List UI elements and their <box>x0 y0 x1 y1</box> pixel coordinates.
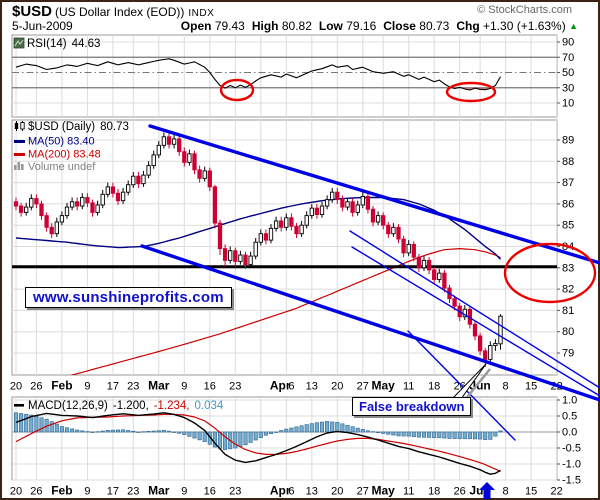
svg-text:17: 17 <box>107 381 119 393</box>
svg-text:16: 16 <box>204 486 216 498</box>
svg-text:81: 81 <box>562 305 574 317</box>
svg-text:17: 17 <box>107 486 119 498</box>
ma200-line-icon <box>14 153 25 156</box>
svg-text:Feb: Feb <box>51 484 72 498</box>
svg-text:86: 86 <box>562 198 574 210</box>
svg-text:9: 9 <box>181 486 187 498</box>
chart-date: 5-Jun-2009 <box>12 19 73 33</box>
svg-text:26: 26 <box>30 486 42 498</box>
svg-text:-1.5: -1.5 <box>562 475 581 487</box>
svg-text:23: 23 <box>127 381 139 393</box>
svg-text:May: May <box>372 379 396 393</box>
low-value: 79.16 <box>346 19 376 33</box>
ma50-line-icon <box>14 140 25 143</box>
ma200-legend: MA(200) 83.48 <box>28 149 101 161</box>
svg-text:1.0: 1.0 <box>562 395 577 407</box>
svg-text:13: 13 <box>306 381 318 393</box>
header: $USD(US Dollar Index (EOD)) INDX © StockC… <box>0 0 600 34</box>
svg-text:20: 20 <box>10 381 22 393</box>
exchange-label: INDX <box>188 8 214 19</box>
svg-text:8: 8 <box>503 381 509 393</box>
watermark-link[interactable]: www.sunshineprofits.com <box>25 287 232 308</box>
ohlc-quote: Open 79.43 High 80.82 Low 79.16 Close 80.73… <box>174 19 578 33</box>
rsi-legend: RSI(14)44.63 <box>14 38 100 50</box>
svg-text:0.5: 0.5 <box>562 411 577 423</box>
svg-text:82: 82 <box>562 284 574 296</box>
svg-text:30: 30 <box>562 82 574 94</box>
svg-text:89: 89 <box>562 135 574 147</box>
ticker-symbol: $USD <box>12 3 52 20</box>
svg-text:May: May <box>372 484 396 498</box>
up-triangle-icon: ▲ <box>569 21 578 31</box>
svg-text:15: 15 <box>525 381 537 393</box>
svg-text:79: 79 <box>562 348 574 360</box>
false-breakdown-callout: False breakdown <box>352 397 471 416</box>
svg-text:0.0: 0.0 <box>562 427 577 439</box>
svg-text:70: 70 <box>562 52 574 64</box>
rsi-legend-text: RSI(14)44.63 <box>27 38 100 50</box>
svg-text:85: 85 <box>562 220 574 232</box>
svg-text:26: 26 <box>30 381 42 393</box>
svg-text:22: 22 <box>550 486 562 498</box>
volume-legend: Volume undef <box>28 161 96 173</box>
svg-text:11: 11 <box>403 486 414 498</box>
svg-text:80: 80 <box>562 326 574 338</box>
svg-text:15: 15 <box>525 486 537 498</box>
svg-text:83: 83 <box>562 262 574 274</box>
svg-text:20: 20 <box>331 381 343 393</box>
svg-text:18: 18 <box>428 486 440 498</box>
svg-text:8: 8 <box>503 486 509 498</box>
svg-text:13: 13 <box>306 486 318 498</box>
svg-text:88: 88 <box>562 156 574 168</box>
copyright-link[interactable]: © StockCharts.com <box>477 4 572 16</box>
svg-text:10: 10 <box>562 98 574 110</box>
svg-text:20: 20 <box>331 486 343 498</box>
high-value: 80.82 <box>282 19 312 33</box>
stockcharts-chart-page: $USD(US Dollar Index (EOD)) INDX © StockC… <box>0 0 600 500</box>
quote-row: 5-Jun-2009 Open 79.43 High 80.82 Low 79.16… <box>12 19 590 33</box>
svg-text:-0.5: -0.5 <box>562 443 581 455</box>
svg-text:27: 27 <box>357 486 369 498</box>
svg-text:90: 90 <box>562 37 574 49</box>
svg-text:27: 27 <box>357 381 369 393</box>
instrument-name: (US Dollar Index (EOD)) <box>55 5 184 19</box>
svg-text:16: 16 <box>204 381 216 393</box>
close-value: 80.73 <box>419 19 449 33</box>
chart-canvas: 907050301089888786858483828180791.00.50.… <box>0 0 600 500</box>
svg-text:23: 23 <box>127 486 139 498</box>
svg-text:23: 23 <box>229 381 241 393</box>
svg-text:9: 9 <box>84 486 90 498</box>
svg-text:9: 9 <box>181 381 187 393</box>
main-legend-symbol: $USD (Daily)80.73 <box>28 121 129 133</box>
macd-line-icon <box>14 404 24 407</box>
svg-text:18: 18 <box>428 381 440 393</box>
svg-text:Mar: Mar <box>148 484 170 498</box>
svg-text:6: 6 <box>288 381 294 393</box>
low-label: Low <box>319 19 343 33</box>
chg-value: +1.30 (+1.63%) <box>483 19 566 33</box>
svg-text:20: 20 <box>10 486 22 498</box>
svg-text:23: 23 <box>229 486 241 498</box>
ma50-legend: MA(50) 83.40 <box>28 136 95 148</box>
svg-text:11: 11 <box>403 381 414 393</box>
open-label: Open <box>181 19 212 33</box>
chg-label: Chg <box>456 19 479 33</box>
macd-legend-text: MACD(12,26,9)-1.200,-1.234,0.034 <box>28 400 224 412</box>
svg-text:87: 87 <box>562 177 574 189</box>
svg-text:26: 26 <box>454 486 466 498</box>
svg-text:-1.0: -1.0 <box>562 459 581 471</box>
open-value: 79.43 <box>215 19 245 33</box>
svg-text:9: 9 <box>84 381 90 393</box>
svg-text:Feb: Feb <box>51 379 72 393</box>
close-label: Close <box>383 19 416 33</box>
high-label: High <box>252 19 279 33</box>
svg-text:6: 6 <box>288 486 294 498</box>
svg-text:50: 50 <box>562 67 574 79</box>
svg-text:Mar: Mar <box>148 379 170 393</box>
